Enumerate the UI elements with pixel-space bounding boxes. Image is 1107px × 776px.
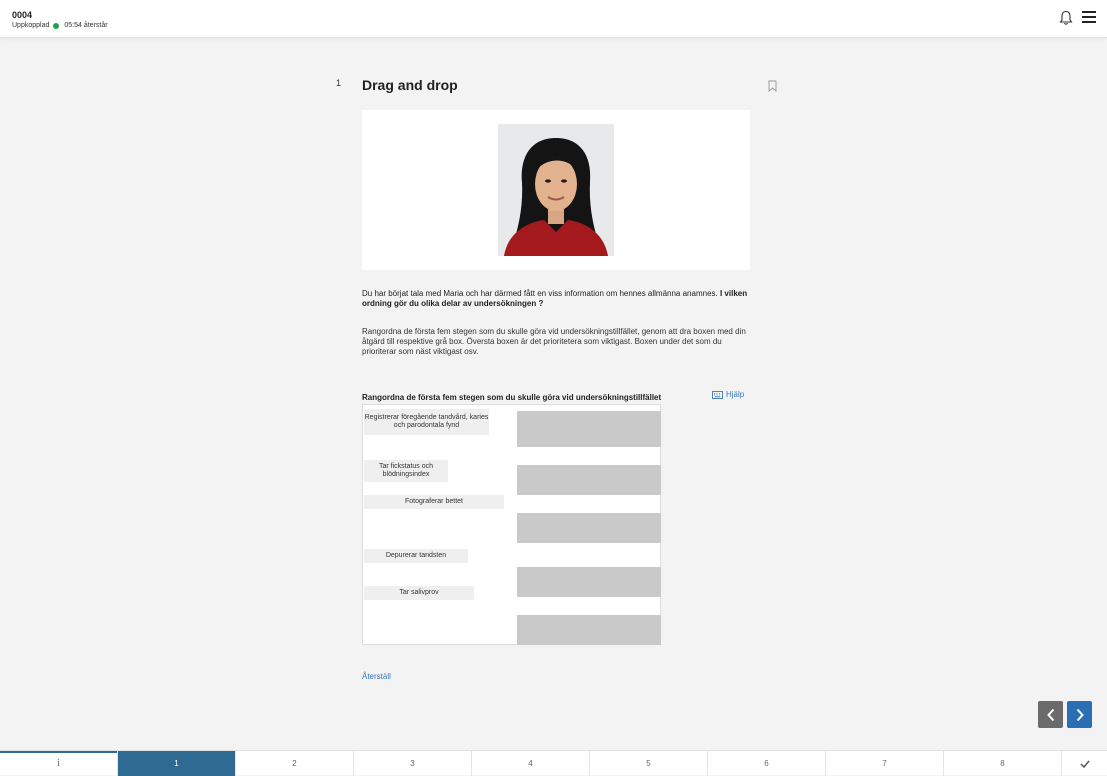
portrait-image: [498, 124, 614, 256]
drag-item-5[interactable]: Tar salivprov: [364, 586, 474, 600]
drag-item-3[interactable]: Fotograferar bettet: [364, 495, 504, 509]
drop-slot-4[interactable]: [517, 567, 661, 597]
tab-question-1[interactable]: 1: [118, 751, 236, 776]
tab-question-4[interactable]: 4: [472, 751, 590, 776]
hamburger-menu-icon[interactable]: [1082, 11, 1096, 23]
dragdrop-area: Registrerar föregående tandvård, karies …: [362, 404, 661, 645]
help-label: Hjälp: [726, 390, 745, 399]
candidate-id: 0004: [12, 10, 33, 20]
tab-question-3[interactable]: 3: [354, 751, 472, 776]
drop-slot-5[interactable]: [517, 615, 661, 645]
tab-question-6[interactable]: 6: [708, 751, 826, 776]
status-dot-icon: [53, 22, 60, 29]
drag-item-1[interactable]: Registrerar föregående tandvård, karies …: [364, 409, 489, 435]
bookmark-icon[interactable]: [768, 80, 777, 92]
dragdrop-title: Rangordna de första fem stegen som du sk…: [362, 393, 662, 402]
previous-button[interactable]: [1038, 701, 1063, 728]
keyboard-icon: [712, 390, 723, 399]
question-number: 1: [336, 78, 342, 88]
connection-status: Uppkopplad 05:54 återstår: [12, 22, 108, 29]
chevron-right-icon: [1076, 708, 1084, 721]
instructions-text: Rangordna de första fem stegen som du sk…: [362, 327, 746, 356]
image-panel: [362, 110, 750, 270]
tab-question-5[interactable]: 5: [590, 751, 708, 776]
question-title: Drag and drop: [362, 77, 458, 93]
intro-text-plain: Du har börjat tala med Maria och har där…: [362, 289, 718, 298]
bell-icon[interactable]: [1059, 10, 1073, 26]
tab-info[interactable]: i: [0, 751, 118, 776]
intro-text: Du har börjat tala med Maria och har där…: [362, 289, 754, 309]
reset-link[interactable]: Återställ: [362, 672, 391, 681]
drag-item-2[interactable]: Tar fickstatus och blödningsindex: [364, 460, 448, 482]
next-button[interactable]: [1067, 701, 1092, 728]
drop-slot-2[interactable]: [517, 465, 661, 495]
drop-slot-1[interactable]: [517, 411, 661, 447]
connection-status-label: Uppkopplad: [12, 22, 50, 29]
time-remaining: 05:54 återstår: [64, 22, 108, 29]
question-navigation-bar: i 1 2 3 4 5 6 7 8: [0, 750, 1107, 776]
check-icon: [1079, 760, 1090, 768]
tab-question-2[interactable]: 2: [236, 751, 354, 776]
finish-button[interactable]: [1062, 751, 1107, 776]
drop-slot-3[interactable]: [517, 513, 661, 543]
help-button[interactable]: Hjälp: [712, 390, 744, 399]
drag-item-4[interactable]: Depurerar tandsten: [364, 549, 468, 563]
top-bar: 0004 Uppkopplad 05:54 återstår: [0, 0, 1107, 38]
tab-question-7[interactable]: 7: [826, 751, 944, 776]
chevron-left-icon: [1046, 708, 1054, 721]
tab-question-8[interactable]: 8: [944, 751, 1062, 776]
